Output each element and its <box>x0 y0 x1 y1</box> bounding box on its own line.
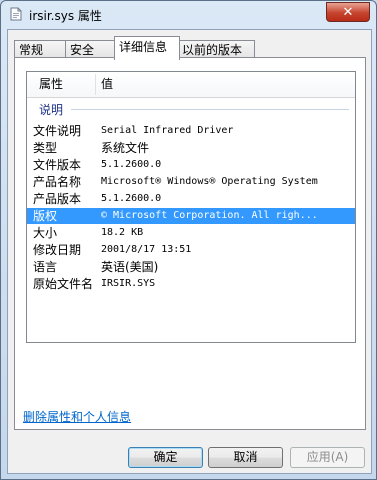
list-header: 属性 值 <box>27 72 355 98</box>
file-icon <box>10 7 22 21</box>
property-name: 版权 <box>33 209 58 223</box>
cancel-button[interactable]: 取消 <box>208 447 283 468</box>
list-item[interactable]: 文件说明 Serial Infrared Driver <box>27 123 355 139</box>
dialog-client: 常规 安全 详细信息 以前的版本 属性 值 说明 文件说明 Serial Inf… <box>7 29 372 474</box>
list-item[interactable]: 大小 18.2 KB <box>27 225 355 241</box>
list-item[interactable]: 产品名称 Microsoft® Windows® Operating Syste… <box>27 174 355 190</box>
property-value: 2001/8/17 13:51 <box>101 244 192 255</box>
property-name: 文件说明 <box>33 124 82 138</box>
property-name: 原始文件名 <box>33 277 94 291</box>
list-item[interactable]: 类型 系统文件 <box>27 140 355 156</box>
list-item-selected[interactable]: 版权 © Microsoft Corporation. All righ... <box>27 208 355 224</box>
details-panel: 属性 值 说明 文件说明 Serial Infrared Driver 类型 系… <box>14 57 366 430</box>
list-item[interactable]: 文件版本 5.1.2600.0 <box>27 157 355 173</box>
property-value: 英语(美国) <box>101 260 159 274</box>
window-title: irsir.sys 属性 <box>29 9 102 23</box>
column-header-value[interactable]: 值 <box>101 72 113 97</box>
tab-details[interactable]: 详细信息 <box>114 36 180 60</box>
list-item[interactable]: 修改日期 2001/8/17 13:51 <box>27 242 355 258</box>
list-item[interactable]: 语言 英语(美国) <box>27 259 355 275</box>
property-value: 系统文件 <box>101 141 150 155</box>
column-divider[interactable] <box>95 74 96 95</box>
group-label-description: 说明 <box>39 103 64 117</box>
property-name: 产品版本 <box>33 192 82 206</box>
property-name: 语言 <box>33 260 58 274</box>
property-value: 18.2 KB <box>101 227 144 238</box>
property-name: 大小 <box>33 226 58 240</box>
property-value: Serial Infrared Driver <box>101 125 234 136</box>
list-item[interactable]: 原始文件名 IRSIR.SYS <box>27 276 355 292</box>
property-name: 产品名称 <box>33 175 82 189</box>
details-list[interactable]: 属性 值 说明 文件说明 Serial Infrared Driver 类型 系… <box>26 71 356 343</box>
property-value: © Microsoft Corporation. All righ... <box>101 210 318 221</box>
property-value: 5.1.2600.0 <box>101 159 162 170</box>
property-name: 修改日期 <box>33 243 82 257</box>
title-bar[interactable]: irsir.sys 属性 ✕ <box>1 1 376 27</box>
column-header-property[interactable]: 属性 <box>39 72 63 97</box>
property-name: 文件版本 <box>33 158 82 172</box>
list-item[interactable]: 产品版本 5.1.2600.0 <box>27 191 355 207</box>
ok-button[interactable]: 确定 <box>128 447 203 468</box>
property-value: Microsoft® Windows® Operating System <box>101 176 318 187</box>
apply-button: 应用(A) <box>290 447 365 468</box>
remove-properties-link[interactable]: 删除属性和个人信息 <box>23 408 131 425</box>
group-divider <box>71 109 349 110</box>
property-value: IRSIR.SYS <box>101 278 156 289</box>
property-value: 5.1.2600.0 <box>101 193 162 204</box>
close-icon: ✕ <box>342 4 354 20</box>
close-button[interactable]: ✕ <box>326 2 370 22</box>
properties-window: irsir.sys 属性 ✕ 常规 安全 详细信息 以前的版本 属性 值 说明 … <box>0 0 377 480</box>
property-name: 类型 <box>33 141 58 155</box>
